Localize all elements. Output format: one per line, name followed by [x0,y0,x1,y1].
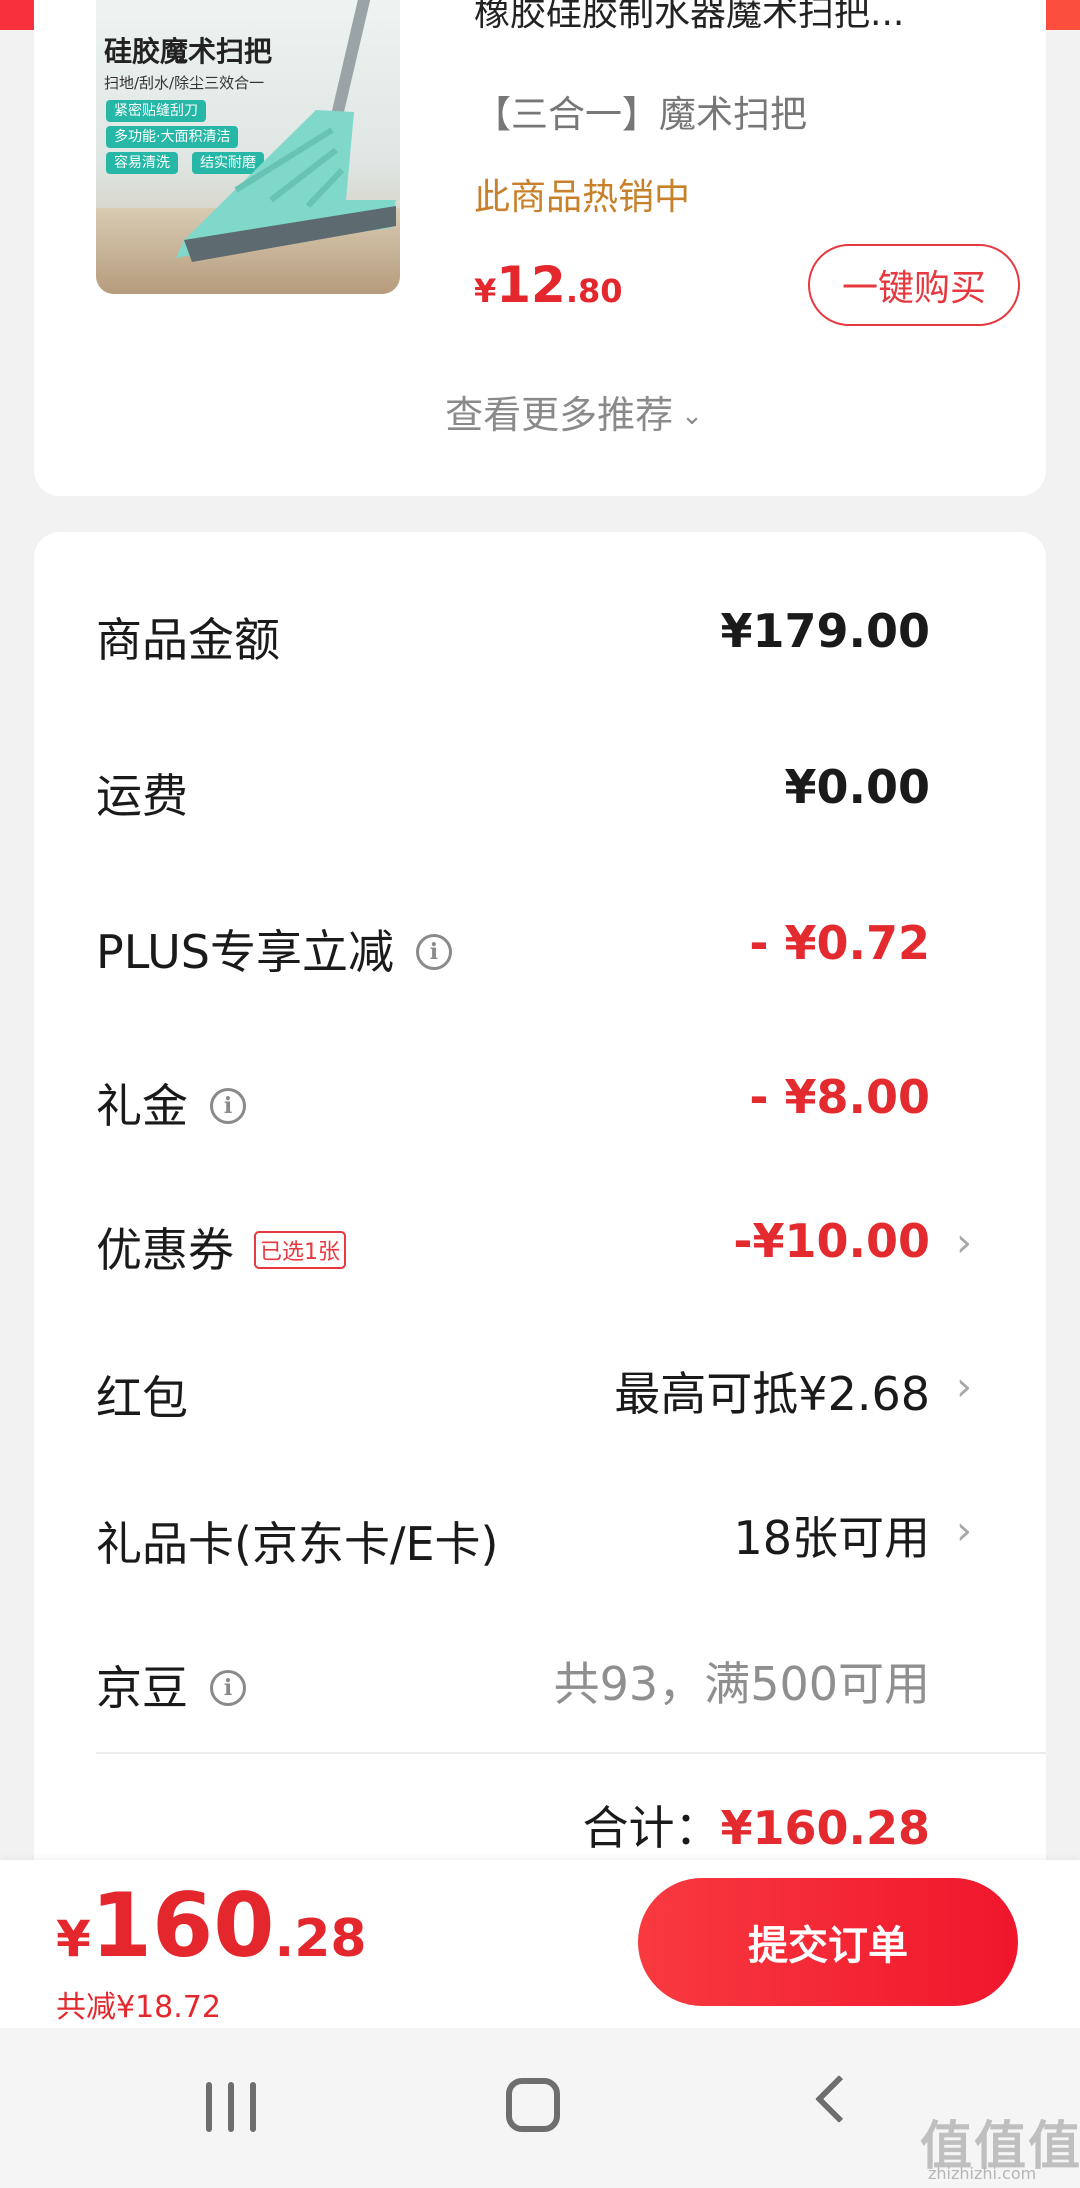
jd-beans-value: 共93，满500可用 [553,1657,930,1711]
plus-discount-value: - ¥0.72 [749,916,930,970]
one-click-buy-button[interactable]: 一键购买 [808,244,1020,326]
jd-beans-label: 京豆 [96,1661,188,1715]
product-name[interactable]: 橡胶硅胶制水器魔术扫把... [474,0,994,30]
coupon-value[interactable]: -¥10.00 [733,1214,930,1268]
product-price: ¥12.80 [474,256,623,314]
jd-beans-row: 京豆 i [96,1652,246,1718]
more-recommendations-link[interactable]: 查看更多推荐 ⌄ [34,384,1080,439]
watermark-url: zhizhizhi.com [928,2164,1037,2183]
more-recs-label: 查看更多推荐 [445,393,674,437]
plus-discount-label: PLUS专享立减 [96,925,394,979]
gift-card-label[interactable]: 礼品卡(京东卡/E卡) [96,1508,498,1574]
shipping-value: ¥0.00 [784,760,930,814]
chevron-right-icon[interactable]: › [956,1364,972,1410]
chevron-down-icon: ⌄ [681,401,703,431]
goods-amount-label: 商品金额 [96,613,280,667]
coupon-label: 优惠券 [96,1223,234,1277]
coupon-selected-badge: 已选1张 [254,1230,346,1269]
price-decimal: .80 [565,272,623,310]
final-price-currency: ¥ [56,1910,91,1968]
home-icon[interactable] [506,2078,560,2132]
divider [96,1752,1046,1754]
price-currency: ¥ [474,272,497,310]
chevron-right-icon[interactable]: › [956,1220,972,1266]
total-line: 合计：¥160.28 [582,1792,930,1858]
recommendation-card: 硅胶魔术扫把 扫地/刮水/除尘三效合一 紧密贴缝刮刀 多功能·大面积清洁 容易清… [34,0,1046,496]
total-value: ¥160.28 [720,1801,930,1855]
red-packet-label[interactable]: 红包 [96,1362,188,1428]
total-label: 合计： [582,1801,721,1855]
product-spec: 【三合一】魔术扫把 [474,93,807,136]
info-icon[interactable]: i [210,1087,246,1124]
red-packet-value[interactable]: 最高可抵¥2.68 [614,1358,930,1424]
checkout-bar: ¥160.28 共减¥18.72 提交订单 [0,1860,1080,2028]
system-nav-bar [0,2028,1080,2188]
info-icon[interactable]: i [210,1669,246,1706]
recents-icon[interactable] [206,2082,256,2132]
gift-money-label: 礼金 [96,1079,188,1133]
coupon-row[interactable]: 优惠券 已选1张 [96,1214,346,1280]
price-integer: 12 [496,256,566,314]
plus-discount-row: PLUS专享立减 i [96,916,452,982]
goods-amount-value: ¥179.00 [720,604,930,658]
gift-money-value: - ¥8.00 [749,1070,930,1124]
gift-money-row: 礼金 i [96,1070,246,1136]
mop-illustration [176,0,396,262]
hot-sale-label: 此商品热销中 [474,177,691,218]
submit-order-button[interactable]: 提交订单 [638,1878,1018,2006]
final-price: ¥160.28 [56,1874,367,1977]
info-icon[interactable]: i [415,933,452,970]
product-thumbnail[interactable]: 硅胶魔术扫把 扫地/刮水/除尘三效合一 紧密贴缝刮刀 多功能·大面积清洁 容易清… [96,0,400,294]
gift-card-value[interactable]: 18张可用 [733,1502,930,1568]
back-icon[interactable] [814,2074,864,2124]
total-saved: 共减¥18.72 [56,1990,221,2025]
shipping-label: 运费 [96,769,188,823]
chevron-right-icon[interactable]: › [956,1508,972,1554]
final-price-integer: 160 [90,1874,275,1977]
final-price-decimal: .28 [274,1909,367,1969]
